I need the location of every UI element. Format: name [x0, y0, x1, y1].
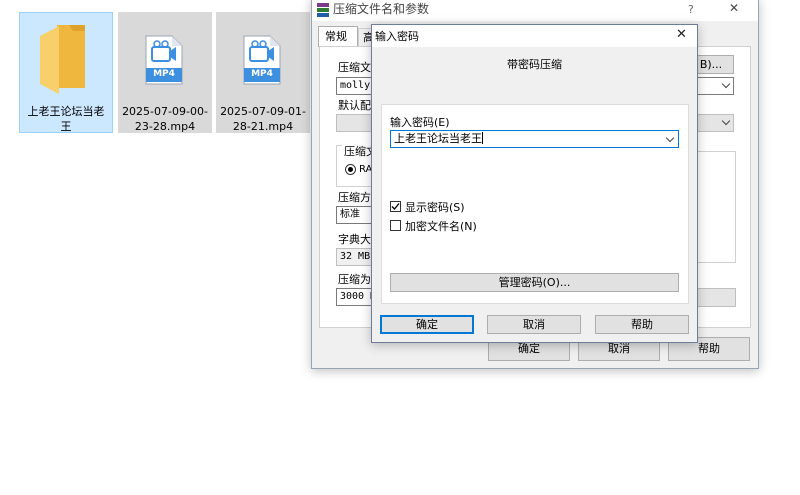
options-list [697, 151, 736, 263]
split-label: 压缩为 [338, 273, 371, 286]
password-dialog: 输入密码 ✕ 带密码压缩 输入密码(E) 上老王论坛当老王 显示密码(S) 加密… [371, 24, 698, 343]
close-icon[interactable]: ✕ [729, 2, 739, 15]
check-icon [391, 203, 400, 210]
options-bar [697, 288, 736, 307]
show-password-checkbox[interactable] [390, 201, 401, 212]
file-label: 上老王论坛当老王 [27, 105, 105, 133]
dialog-heading: 带密码压缩 [507, 58, 562, 71]
password-input[interactable]: 上老王论坛当老王 [390, 130, 679, 148]
password-value: 上老王论坛当老王 [394, 132, 482, 145]
cancel-button[interactable]: 取消 [487, 315, 581, 334]
desktop-item-folder[interactable]: 上老王论坛当老王 [19, 12, 113, 133]
tab-label: 常规 [325, 30, 347, 43]
close-icon[interactable]: ✕ [676, 28, 687, 41]
text-caret [482, 132, 483, 144]
file-label: 2025-07-09-01-28-21.mp4 [220, 105, 306, 133]
manage-passwords-button[interactable]: 管理密码(O)... [390, 273, 679, 292]
archive-name-dropdown[interactable] [716, 78, 733, 94]
window-title: 压缩文件名和参数 [333, 2, 430, 16]
encrypt-names-label: 加密文件名(N) [405, 220, 477, 233]
method-label: 压缩方 [338, 191, 371, 204]
tab-general[interactable]: 常规 [318, 26, 358, 47]
radio-dot [348, 167, 353, 172]
folder-icon [40, 25, 85, 94]
title-bar[interactable] [372, 25, 697, 47]
show-password-label: 显示密码(S) [405, 201, 465, 214]
encrypt-names-checkbox[interactable] [390, 220, 401, 231]
format-rar-radio[interactable] [345, 164, 356, 175]
window-title: 输入密码 [375, 30, 419, 43]
chevron-down-icon [665, 133, 675, 143]
mp4-badge: MP4 [251, 69, 273, 79]
profile-label: 默认配 [338, 99, 371, 112]
chevron-down-icon [721, 116, 731, 126]
desktop-item-video-1[interactable]: MP4 2025-07-09-00-23-28.mp4 [118, 12, 212, 133]
desktop-item-video-2[interactable]: MP4 2025-07-09-01-28-21.mp4 [216, 12, 310, 133]
dict-label: 字典大 [338, 233, 371, 246]
password-label: 输入密码(E) [390, 116, 450, 129]
ok-button[interactable]: 确定 [380, 315, 474, 334]
archive-name-label: 压缩文 [338, 61, 371, 74]
winrar-icon [317, 3, 329, 17]
file-label: 2025-07-09-00-23-28.mp4 [122, 105, 208, 133]
mp4-badge: MP4 [153, 69, 175, 79]
help-title-button[interactable]: ? [688, 3, 694, 16]
help-button[interactable]: 帮助 [595, 315, 689, 334]
chevron-down-icon [721, 79, 731, 89]
